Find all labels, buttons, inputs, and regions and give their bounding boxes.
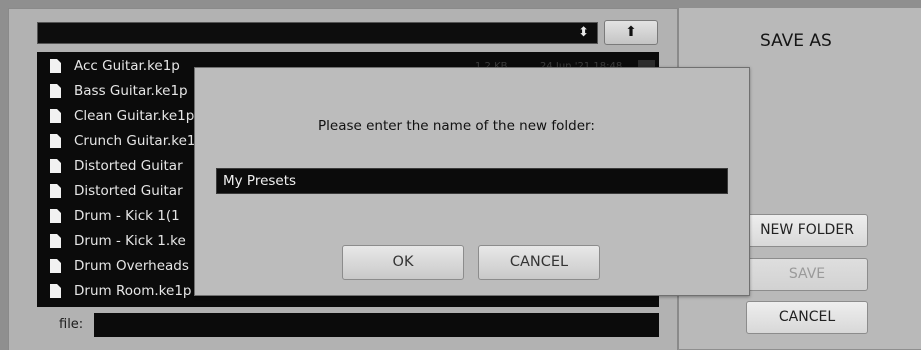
file-name: Crunch Guitar.ke1p <box>74 133 205 149</box>
parent-folder-button[interactable]: ⬆ <box>604 20 658 45</box>
select-arrows-icon: ⬍ <box>578 25 589 40</box>
page-title: SAVE AS <box>760 31 832 51</box>
arrow-up-icon: ⬆ <box>625 24 637 40</box>
dialog-cancel-button[interactable]: CANCEL <box>478 245 600 280</box>
filename-field[interactable] <box>94 313 659 337</box>
folder-name-input[interactable] <box>216 168 728 194</box>
file-name: Acc Guitar.ke1p <box>74 58 180 74</box>
file-icon <box>50 109 61 123</box>
file-name: Clean Guitar.ke1p <box>74 108 195 124</box>
new-folder-button[interactable]: NEW FOLDER <box>746 214 868 247</box>
file-label: file: <box>59 317 84 332</box>
file-icon <box>50 134 61 148</box>
file-icon <box>50 259 61 273</box>
file-icon <box>50 184 61 198</box>
save-button[interactable]: SAVE <box>746 258 868 291</box>
file-icon <box>50 84 61 98</box>
dialog-message: Please enter the name of the new folder: <box>318 118 595 134</box>
file-icon <box>50 59 61 73</box>
file-icon <box>50 209 61 223</box>
file-icon <box>50 234 61 248</box>
new-folder-dialog: Please enter the name of the new folder:… <box>194 67 750 296</box>
file-icon <box>50 159 61 173</box>
ok-button[interactable]: OK <box>342 245 464 280</box>
cancel-button[interactable]: CANCEL <box>746 301 868 334</box>
file-icon <box>50 284 61 298</box>
file-name: Distorted Guitar <box>74 183 183 199</box>
file-name: Drum - Kick 1(1 <box>74 208 180 224</box>
folder-path-select[interactable]: ⬍ <box>37 22 598 44</box>
file-name: Distorted Guitar <box>74 158 183 174</box>
file-name: Drum Overheads <box>74 258 189 274</box>
file-name: Drum Room.ke1p <box>74 283 192 299</box>
file-name: Bass Guitar.ke1p <box>74 83 188 99</box>
file-name: Drum - Kick 1.ke <box>74 233 186 249</box>
